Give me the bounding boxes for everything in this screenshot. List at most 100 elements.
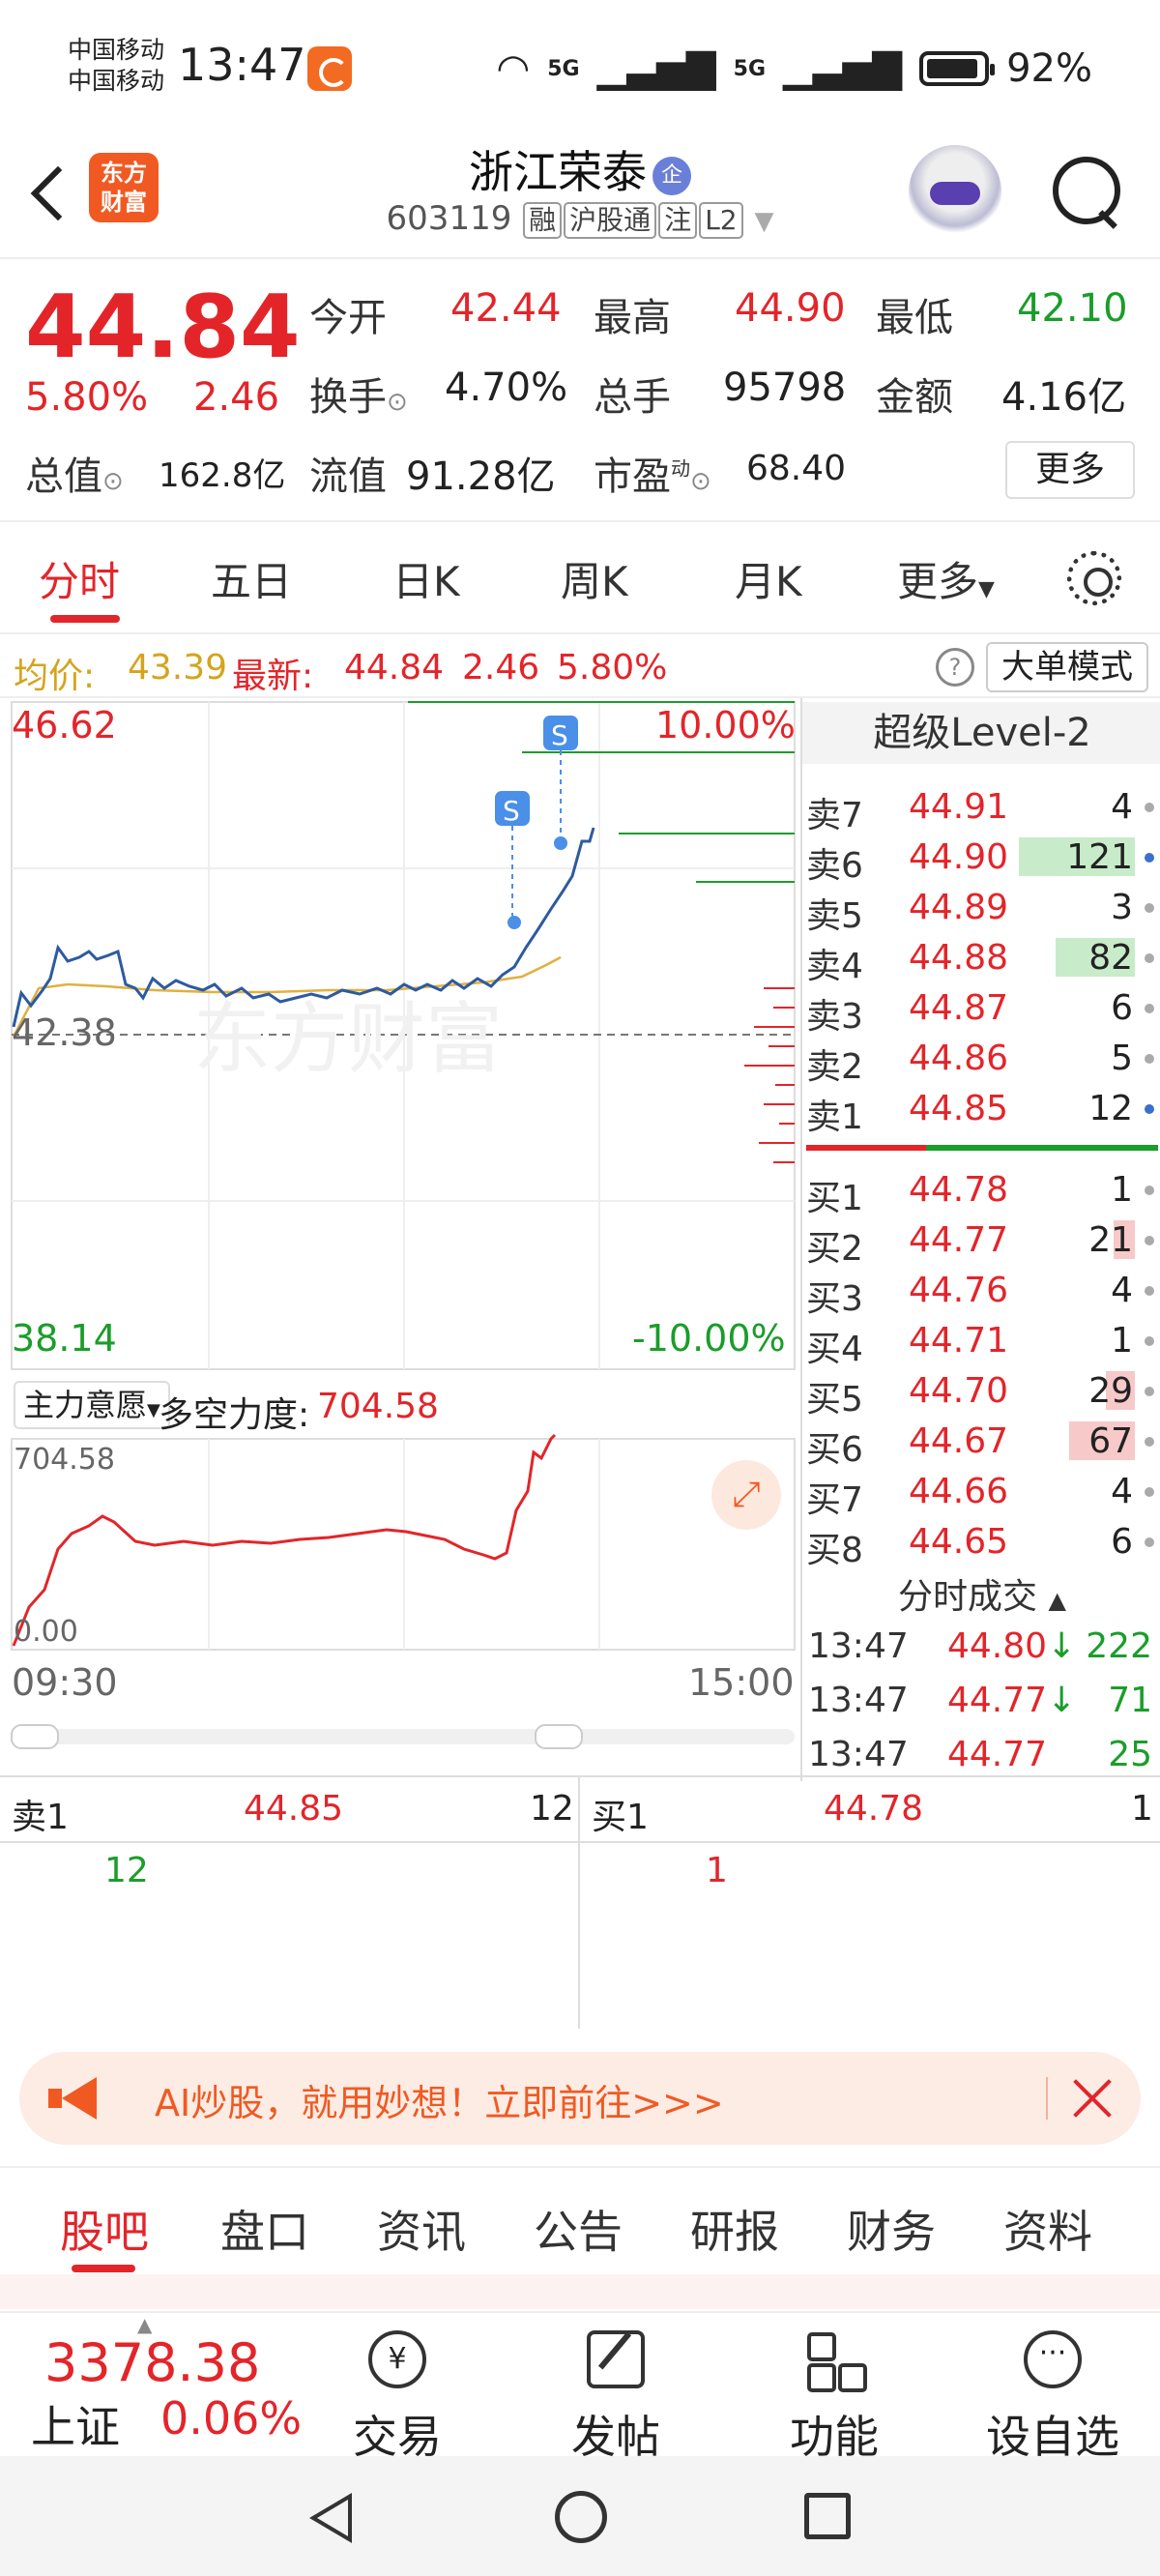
bid-price: 44.71 bbox=[909, 1321, 1009, 1361]
order-depth-red bbox=[744, 987, 795, 1163]
gear-icon[interactable] bbox=[1067, 551, 1121, 605]
ai-promo-text[interactable]: AI炒股，就用妙想！立即前往>>> bbox=[155, 2073, 724, 2126]
tick-trades-header[interactable]: 分时成交 ▲ bbox=[802, 1568, 1160, 1619]
indicator-selector-label: 主力意愿 bbox=[23, 1387, 148, 1423]
pe-value: 68.40 bbox=[746, 449, 847, 488]
volume-value: 95798 bbox=[723, 366, 847, 410]
bid-price: 44.76 bbox=[909, 1271, 1009, 1310]
trade-price: 44.77↓ bbox=[947, 1681, 1076, 1720]
pct-axis-min: -10.00% bbox=[632, 1317, 786, 1360]
tab-daily-k[interactable]: 日K bbox=[392, 549, 460, 608]
change-pct: 5.80% bbox=[25, 375, 149, 420]
tab-more[interactable]: 更多▼ bbox=[897, 549, 995, 608]
tab-profile[interactable]: 资料 bbox=[1003, 2197, 1092, 2261]
tab-research[interactable]: 研报 bbox=[690, 2197, 779, 2261]
trade-price: 44.80↓ bbox=[947, 1626, 1076, 1666]
trade-button[interactable]: ¥ 交易 bbox=[325, 2330, 470, 2466]
status-bar: 中国移动 中国移动 13:47 ◠ 5G ▁▃▅▇ 5G ▁▃▅▇ 92% bbox=[0, 0, 1160, 135]
ask-label: 卖4 bbox=[806, 947, 863, 986]
queue-ask-label: 卖1 bbox=[12, 1798, 69, 1837]
turnover-label[interactable]: 换手⊙ bbox=[309, 366, 408, 422]
bid-row: 买2 44.77 21 bbox=[802, 1215, 1160, 1269]
queue-bid-price: 44.78 bbox=[824, 1789, 924, 1829]
bid-volume: 1 bbox=[1111, 1170, 1133, 1210]
high-label: 最高 bbox=[594, 296, 671, 340]
ask-label: 卖5 bbox=[806, 896, 863, 936]
tab-weekly-k[interactable]: 周K bbox=[561, 549, 628, 608]
ask-row: 卖1 44.85 12 bbox=[802, 1083, 1160, 1137]
caret-down-icon: ▼ bbox=[978, 577, 995, 601]
info-dots-icon: ⊙ bbox=[690, 467, 711, 496]
ask-dot bbox=[1145, 1004, 1154, 1013]
bid-label: 买8 bbox=[806, 1531, 863, 1570]
intraday-chart[interactable]: 东方财富 S S 46.62 10.00% 42.38 38.14 -10.00… bbox=[0, 698, 800, 1771]
post-button[interactable]: 发帖 bbox=[543, 2330, 688, 2466]
tab-monthly-k[interactable]: 月K bbox=[735, 549, 802, 608]
ai-assistant-avatar[interactable] bbox=[909, 145, 1001, 238]
tags-dropdown-icon[interactable]: ▼ bbox=[754, 207, 773, 236]
bid-volume: 4 bbox=[1111, 1472, 1133, 1511]
tab-announcements[interactable]: 公告 bbox=[534, 2197, 623, 2261]
bid-price: 44.77 bbox=[909, 1220, 1009, 1260]
banner-divider bbox=[1046, 2077, 1048, 2120]
indicator-selector[interactable]: 主力意愿▼ bbox=[14, 1381, 170, 1429]
trade-row: 13:47 44.77 25 bbox=[802, 1727, 1160, 1781]
nav-back-icon[interactable] bbox=[309, 2493, 352, 2543]
change-value: 2.46 bbox=[193, 375, 280, 420]
tag-registered: 注 bbox=[658, 202, 698, 239]
functions-button[interactable]: 功能 bbox=[762, 2330, 907, 2466]
latest-label: 最新: bbox=[232, 657, 314, 696]
bid-row: 买8 44.65 6 bbox=[802, 1516, 1160, 1570]
caret-up-icon: ▲ bbox=[1048, 1587, 1066, 1614]
big-order-mode-button[interactable]: 大单模式 bbox=[986, 642, 1148, 692]
system-icons: ◠ 5G ▁▃▅▇ 5G ▁▃▅▇ 92% bbox=[496, 43, 1092, 95]
bid-price: 44.78 bbox=[909, 1170, 1009, 1210]
avg-label: 均价: bbox=[14, 657, 96, 696]
close-icon[interactable] bbox=[1065, 2071, 1119, 2125]
turnover-value: 4.70% bbox=[445, 366, 568, 410]
help-icon[interactable]: ? bbox=[936, 648, 974, 687]
chart-scroll-track[interactable] bbox=[12, 1729, 795, 1744]
ask-price: 44.91 bbox=[909, 787, 1009, 827]
ask-dot bbox=[1145, 853, 1154, 863]
tab-forum[interactable]: 股吧 bbox=[60, 2197, 149, 2261]
tab-news[interactable]: 资讯 bbox=[377, 2197, 466, 2261]
sub-axis-max: 704.58 bbox=[14, 1443, 115, 1477]
price-line bbox=[12, 827, 595, 1028]
level2-title[interactable]: 超级Level-2 bbox=[802, 702, 1160, 764]
queue-ask-detail: 12 bbox=[104, 1851, 149, 1890]
ask-row: 卖3 44.87 6 bbox=[802, 982, 1160, 1037]
mcap-label[interactable]: 总值⊙ bbox=[25, 445, 124, 501]
ask-price: 44.85 bbox=[909, 1089, 1009, 1128]
info-dots-icon: ⊙ bbox=[102, 467, 124, 496]
tab-intraday[interactable]: 分时 bbox=[39, 549, 120, 608]
scroll-handle-right[interactable] bbox=[535, 1724, 583, 1749]
tab-five-day[interactable]: 五日 bbox=[211, 549, 292, 608]
trade-row: 13:47 44.80↓ 222 bbox=[802, 1619, 1160, 1673]
bid-label: 买2 bbox=[806, 1229, 863, 1269]
chart-tabs: 分时 五日 日K 周K 月K 更多▼ bbox=[0, 522, 1160, 634]
tab-financials[interactable]: 财务 bbox=[847, 2197, 936, 2261]
nav-home-icon[interactable] bbox=[555, 2491, 607, 2543]
add-watchlist-button[interactable]: ··· 设自选 bbox=[980, 2330, 1125, 2466]
more-quote-button[interactable]: 更多 bbox=[1005, 441, 1135, 499]
bid-price: 44.70 bbox=[909, 1371, 1009, 1411]
pct-axis-max: 10.00% bbox=[655, 704, 796, 746]
ask-volume: 4 bbox=[1111, 787, 1133, 827]
expand-icon[interactable]: ⤢ bbox=[711, 1460, 781, 1530]
avg-value: 43.39 bbox=[128, 648, 228, 688]
tab-orderbook[interactable]: 盘口 bbox=[220, 2197, 309, 2261]
level2-panel[interactable]: 超级Level-2 卖7 44.91 4 卖6 44.90 121 卖5 44.… bbox=[800, 698, 1160, 1781]
pe-label[interactable]: 市盈动⊙ bbox=[594, 445, 711, 501]
megaphone-icon bbox=[48, 2077, 102, 2120]
ask-label: 卖3 bbox=[806, 997, 863, 1037]
bid-label: 买7 bbox=[806, 1480, 863, 1520]
search-icon[interactable] bbox=[1049, 153, 1126, 230]
bid-dot bbox=[1145, 1437, 1154, 1447]
scroll-handle-left[interactable] bbox=[11, 1724, 59, 1749]
nav-recent-icon[interactable] bbox=[804, 2493, 851, 2539]
pe-label-text: 市盈 bbox=[594, 454, 671, 499]
order-queue-table: 卖1 44.85 12 12 买1 44.78 1 1 bbox=[0, 1775, 1160, 2029]
current-price: 44.84 bbox=[25, 277, 301, 378]
ai-promo-banner[interactable]: AI炒股，就用妙想！立即前往>>> bbox=[19, 2052, 1141, 2145]
